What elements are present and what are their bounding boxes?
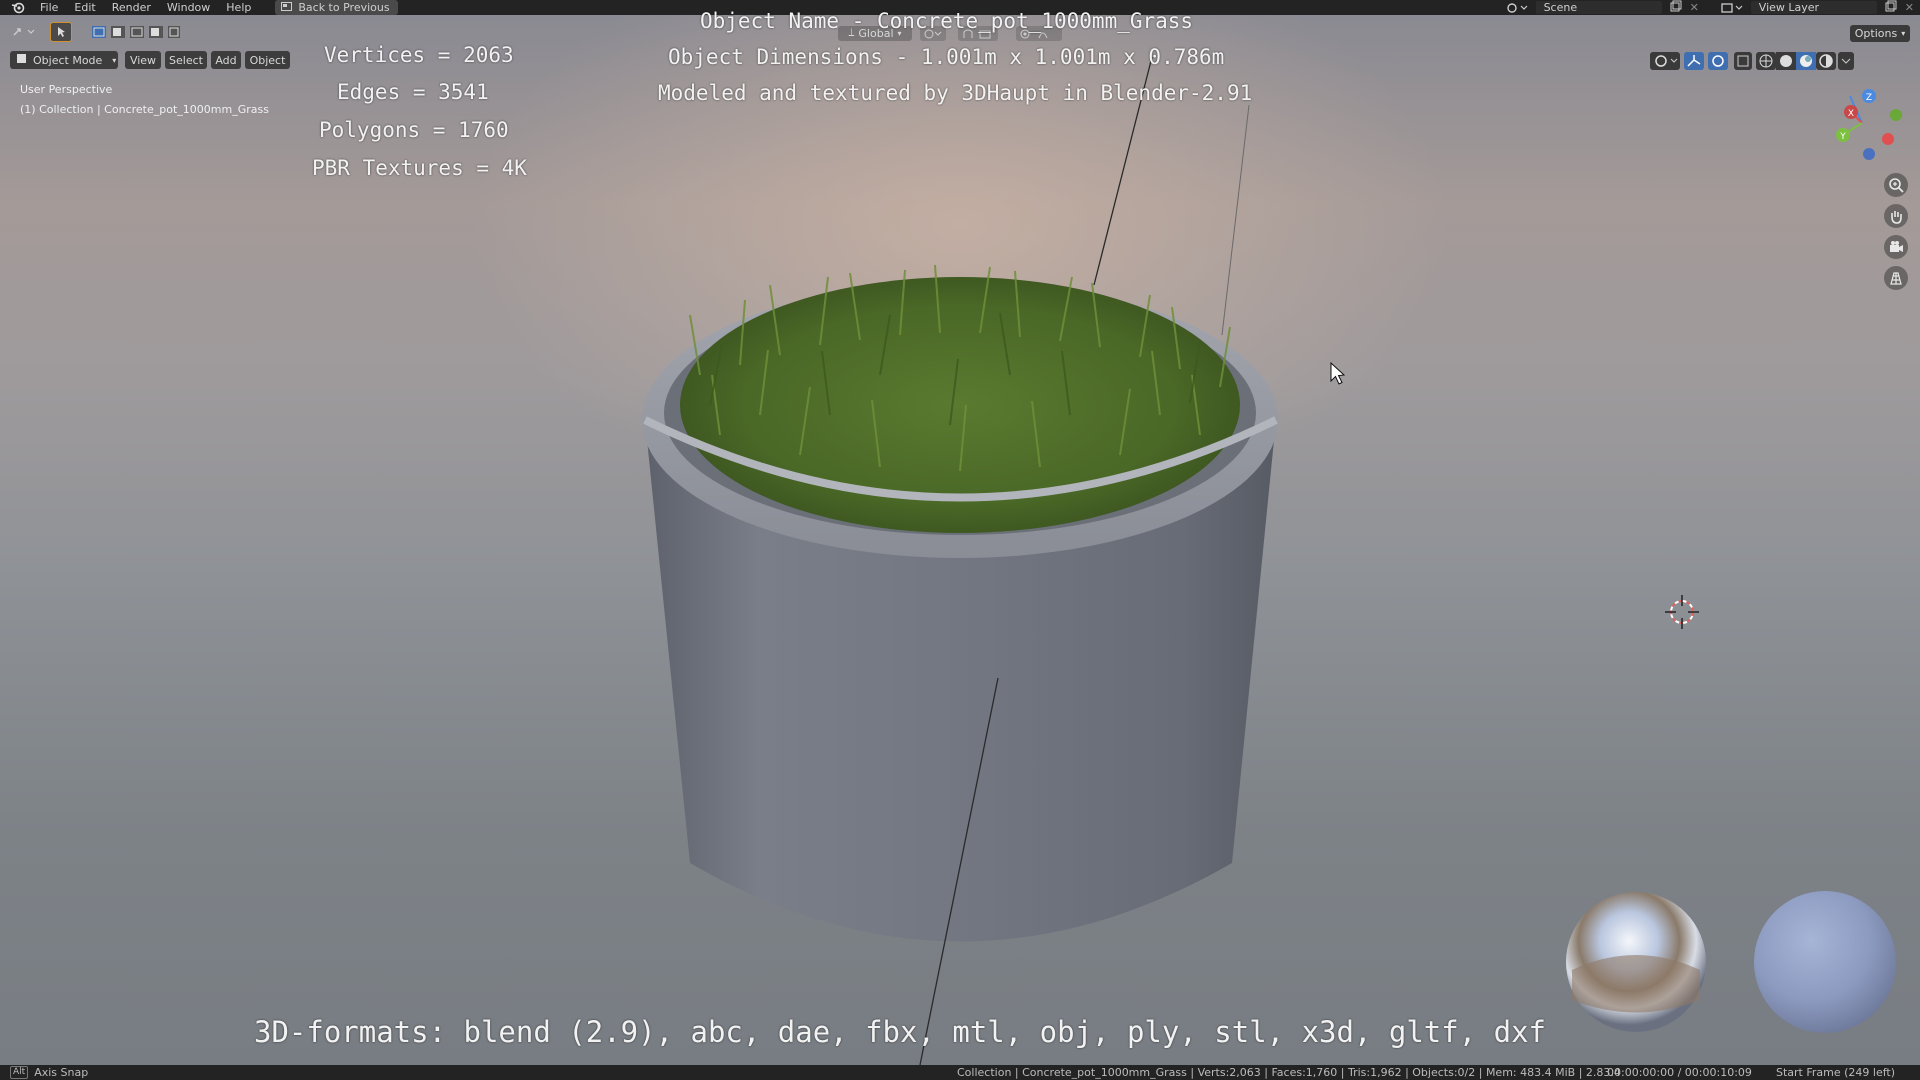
new-scene-icon[interactable]: [1670, 0, 1682, 15]
blender-logo-icon[interactable]: [10, 2, 26, 14]
hdri-reflection: [1572, 955, 1700, 1013]
view-layer-name: View Layer: [1758, 1, 1820, 14]
status-bar: Alt Axis Snap Collection | Concrete_pot_…: [0, 1065, 1920, 1080]
scene-selector[interactable]: Scene: [1535, 1, 1662, 14]
alt-key-label: Alt: [10, 1066, 29, 1079]
pan-hand-icon[interactable]: [1884, 204, 1908, 228]
3d-viewport[interactable]: ⟘ Global ▾ Options ▾ Object Mode ▾ View …: [0, 9, 1920, 1065]
menu-edit[interactable]: Edit: [66, 0, 103, 15]
scene-icon[interactable]: [1506, 2, 1528, 14]
perspective-toggle-icon[interactable]: [1884, 266, 1908, 290]
menu-render[interactable]: Render: [104, 0, 159, 15]
axis-snap-label: Axis Snap: [34, 1066, 89, 1079]
workspace-controls: Scene ✕ View Layer ✕: [1506, 0, 1920, 15]
zoom-icon[interactable]: [1884, 173, 1908, 197]
start-frame-info: Start Frame (249 left): [1776, 1066, 1896, 1079]
menu-help[interactable]: Help: [218, 0, 259, 15]
back-to-previous-button[interactable]: Back to Previous: [275, 0, 398, 15]
svg-text:Y: Y: [1839, 132, 1846, 142]
modeled-by-text: Modeled and textured by 3DHaupt in Blend…: [658, 81, 1253, 105]
delete-scene-icon[interactable]: ✕: [1690, 1, 1699, 14]
empty-line: [1221, 104, 1250, 336]
object-name-text: Object Name - Concrete_pot_1000mm_Grass: [700, 9, 1194, 33]
svg-text:X: X: [1848, 109, 1854, 119]
keymap-hint: Alt Axis Snap: [10, 1066, 88, 1079]
menu-file[interactable]: File: [32, 0, 66, 15]
scene-statistics: Collection | Concrete_pot_1000mm_Grass |…: [957, 1066, 1621, 1079]
delete-view-layer-icon[interactable]: ✕: [1905, 1, 1914, 14]
object-dimensions-text: Object Dimensions - 1.001m x 1.001m x 0.…: [668, 45, 1225, 69]
mouse-pointer-icon: [1330, 361, 1346, 385]
navigation-gizmo[interactable]: Z X Y: [1836, 89, 1902, 160]
view-layer-icon[interactable]: [1721, 2, 1743, 14]
new-view-layer-icon[interactable]: [1885, 0, 1897, 15]
vertices-count: Vertices = 2063: [324, 43, 514, 67]
svg-text:Z: Z: [1866, 93, 1872, 103]
menu-window[interactable]: Window: [159, 0, 218, 15]
view-layer-selector[interactable]: View Layer: [1750, 1, 1877, 14]
scene-render: Z X Y: [642, 56, 1902, 1065]
blender-window: File Edit Render Window Help Back to Pre…: [0, 0, 1920, 1080]
formats-text: 3D-formats: blend (2.9), abc, dae, fbx, …: [254, 1015, 1547, 1049]
gizmo-neg-y-icon[interactable]: [1890, 109, 1902, 121]
scene-name: Scene: [1543, 1, 1578, 14]
3d-cursor-icon[interactable]: [1665, 595, 1699, 629]
gizmo-neg-x-icon[interactable]: [1882, 133, 1894, 145]
back-icon: [281, 1, 293, 14]
pbr-textures-info: PBR Textures = 4K: [312, 156, 527, 180]
back-button-label: Back to Previous: [298, 1, 390, 14]
hdri-diffuse-ball: [1754, 891, 1896, 1033]
playback-time: 00:00:00:00 / 00:00:10:09: [1607, 1066, 1752, 1079]
camera-view-icon[interactable]: [1884, 235, 1908, 259]
gizmo-neg-z-icon[interactable]: [1863, 148, 1875, 160]
edges-count: Edges = 3541: [337, 80, 489, 104]
polygons-count: Polygons = 1760: [319, 118, 509, 142]
